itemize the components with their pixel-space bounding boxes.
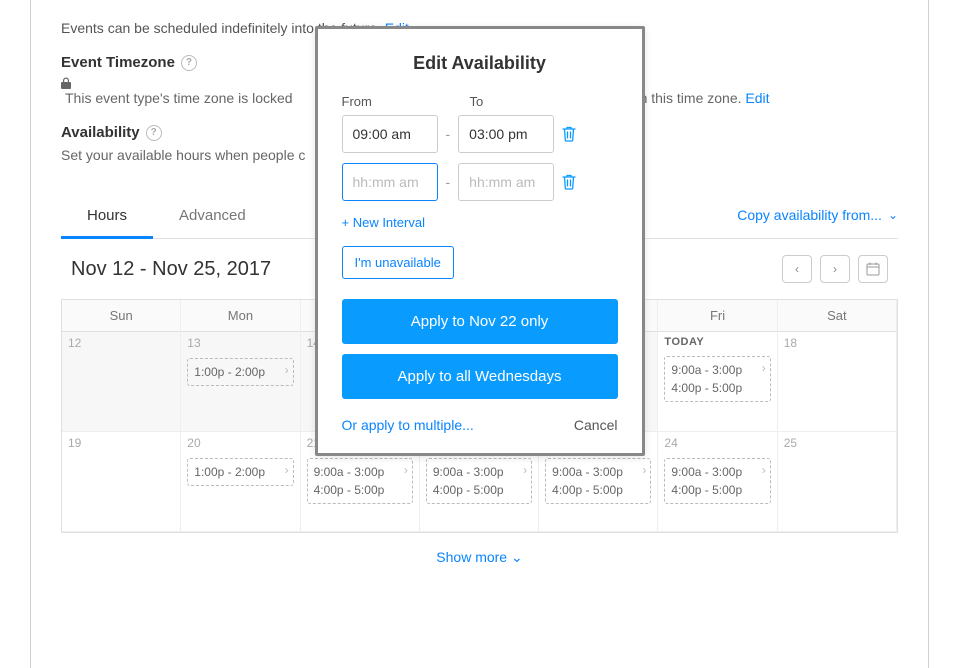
time-slot[interactable]: 9:00a - 3:00p 4:00p - 5:00p	[664, 356, 770, 402]
day-header: Sun	[62, 300, 181, 332]
timezone-locked-text: This event type's time zone is locked	[65, 90, 293, 106]
calendar-day[interactable]: 20 1:00p - 2:00p	[181, 432, 300, 532]
apply-all-weekday-button[interactable]: Apply to all Wednesdays	[342, 354, 618, 399]
from-time-input[interactable]	[342, 163, 438, 201]
calendar-day[interactable]: 25	[778, 432, 897, 532]
to-label: To	[470, 94, 566, 109]
show-more-link[interactable]: Show more ⌄	[61, 533, 898, 582]
unavailable-button[interactable]: I'm unavailable	[342, 246, 454, 279]
to-time-input[interactable]	[458, 115, 554, 153]
day-number: 24	[664, 436, 770, 450]
delete-interval-button[interactable]	[562, 174, 576, 190]
interval-row: -	[342, 115, 618, 153]
copy-availability-label: Copy availability from...	[737, 207, 882, 223]
time-slot[interactable]: 1:00p - 2:00p	[187, 458, 293, 486]
calendar-day[interactable]: 12	[62, 332, 181, 432]
time-slot[interactable]: 9:00a - 3:00p4:00p - 5:00p	[664, 458, 770, 504]
modal-title: Edit Availability	[342, 53, 618, 74]
day-number: 12	[68, 336, 174, 350]
tab-hours[interactable]: Hours	[61, 193, 153, 238]
calendar-day[interactable]: 19	[62, 432, 181, 532]
day-number: 25	[784, 436, 890, 450]
prev-week-button[interactable]: ‹	[782, 255, 812, 283]
calendar-day[interactable]: 13 1:00p - 2:00p	[181, 332, 300, 432]
dash-separator: -	[446, 126, 451, 142]
trash-icon	[562, 126, 576, 142]
timezone-suffix-text: in this time zone.	[636, 90, 741, 106]
calendar-day[interactable]: 24 9:00a - 3:00p4:00p - 5:00p	[658, 432, 777, 532]
today-label: TODAY	[664, 336, 770, 348]
dash-separator: -	[446, 174, 451, 190]
to-time-input[interactable]	[458, 163, 554, 201]
timezone-label: Event Timezone	[61, 54, 175, 71]
day-header: Mon	[181, 300, 300, 332]
tab-advanced[interactable]: Advanced	[153, 193, 272, 238]
day-number: 13	[187, 336, 293, 350]
day-number: 19	[68, 436, 174, 450]
day-number: 18	[784, 336, 890, 350]
chevron-down-icon: ⌄	[511, 549, 523, 565]
time-slot[interactable]: 9:00a - 3:00p4:00p - 5:00p	[545, 458, 651, 504]
time-slot[interactable]: 9:00a - 3:00p4:00p - 5:00p	[426, 458, 532, 504]
from-label: From	[342, 94, 438, 109]
copy-availability-dropdown[interactable]: Copy availability from... ⌄	[737, 207, 898, 223]
date-range-text: Nov 12 - Nov 25, 2017	[71, 258, 271, 281]
calendar-day-today[interactable]: TODAY 9:00a - 3:00p 4:00p - 5:00p	[658, 332, 777, 432]
trash-icon	[562, 174, 576, 190]
chevron-down-icon: ⌄	[888, 208, 898, 222]
availability-label: Availability	[61, 124, 140, 141]
calendar-day[interactable]: 18	[778, 332, 897, 432]
day-number: 20	[187, 436, 293, 450]
calendar-icon	[866, 262, 880, 276]
timezone-edit-link[interactable]: Edit	[745, 90, 769, 106]
next-week-button[interactable]: ›	[820, 255, 850, 283]
help-icon[interactable]: ?	[146, 125, 162, 141]
edit-availability-modal: Edit Availability From To - -	[315, 26, 645, 456]
help-icon[interactable]: ?	[181, 55, 197, 71]
day-header: Sat	[778, 300, 897, 332]
apply-multiple-link[interactable]: Or apply to multiple...	[342, 417, 474, 433]
new-interval-link[interactable]: + New Interval	[342, 215, 425, 230]
calendar-button[interactable]	[858, 255, 888, 283]
time-slot[interactable]: 1:00p - 2:00p	[187, 358, 293, 386]
apply-single-day-button[interactable]: Apply to Nov 22 only	[342, 299, 618, 344]
interval-row: -	[342, 163, 618, 201]
day-header: Fri	[658, 300, 777, 332]
delete-interval-button[interactable]	[562, 126, 576, 142]
time-slot[interactable]: 9:00a - 3:00p4:00p - 5:00p	[307, 458, 413, 504]
cancel-button[interactable]: Cancel	[574, 417, 618, 433]
from-time-input[interactable]	[342, 115, 438, 153]
